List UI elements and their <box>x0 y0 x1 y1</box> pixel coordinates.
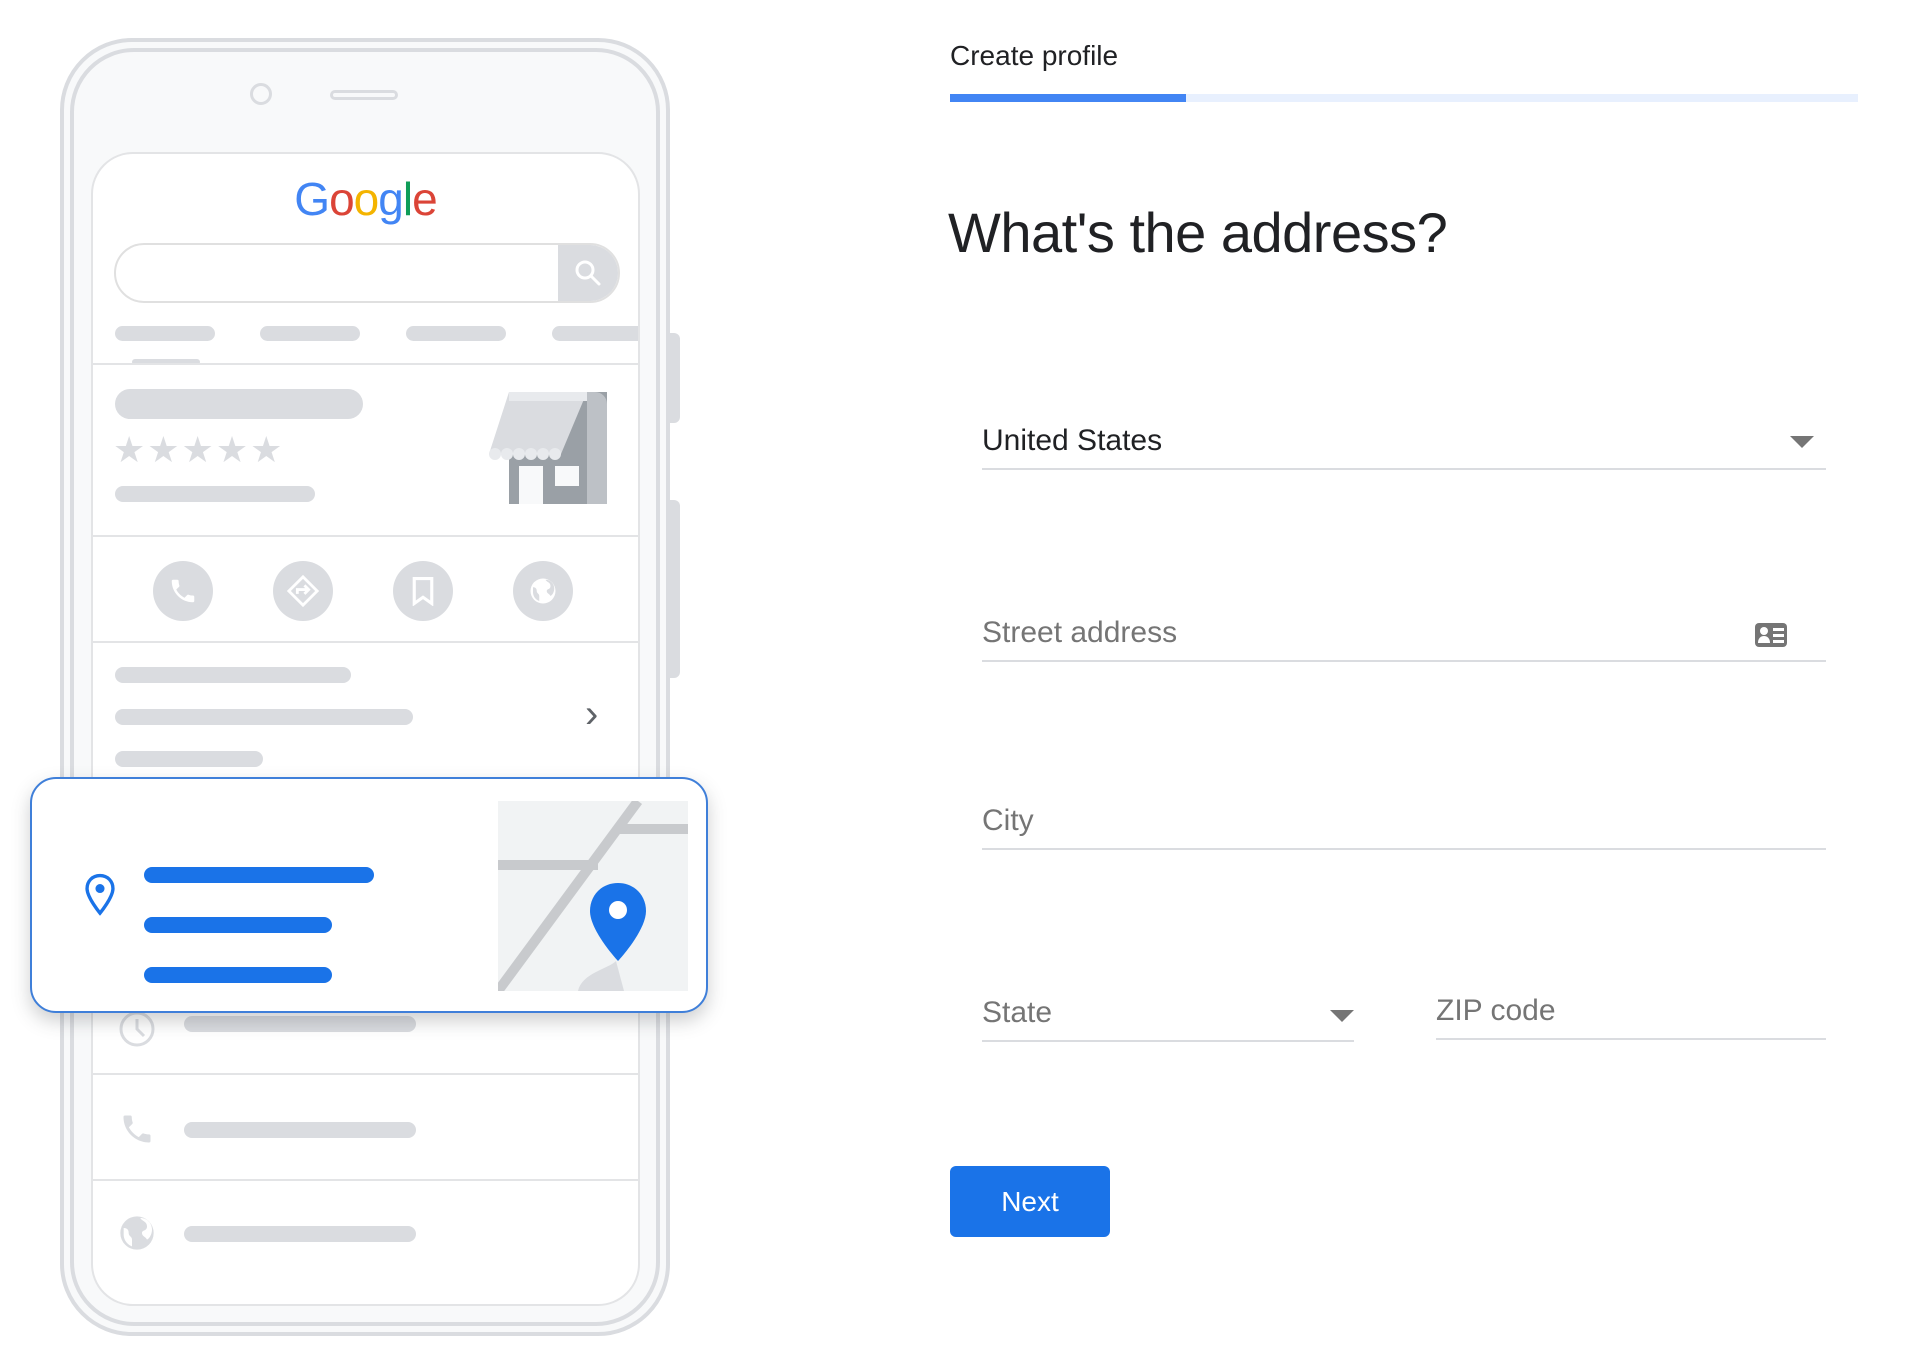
google-logo: Google <box>93 172 638 226</box>
call-action-icon <box>153 561 213 621</box>
country-select[interactable]: United States <box>982 412 1826 470</box>
state-select[interactable]: State <box>982 986 1354 1042</box>
step-title: Create profile <box>950 40 1119 71</box>
city-field[interactable] <box>982 798 1826 850</box>
directions-action-icon <box>273 561 333 621</box>
mock-text-line <box>184 1226 416 1242</box>
mock-tab <box>552 326 638 341</box>
street-address-input[interactable] <box>982 610 1826 656</box>
save-action-icon <box>393 561 453 621</box>
logo-letter: g <box>378 173 404 225</box>
map-illustration <box>498 801 688 991</box>
phone-icon <box>171 579 195 603</box>
address-line <box>144 867 374 883</box>
divider <box>93 1179 638 1181</box>
divider <box>93 641 638 643</box>
street-address-field[interactable] <box>982 610 1826 662</box>
mock-search-bar <box>114 243 620 303</box>
website-action-icon <box>513 561 573 621</box>
mock-business-detail <box>115 486 315 502</box>
divider <box>93 363 638 365</box>
globe-icon <box>120 1216 154 1250</box>
search-icon <box>575 260 601 286</box>
bookmark-icon <box>412 576 434 606</box>
mock-search-button <box>558 245 618 301</box>
phone-speaker-icon <box>330 90 398 100</box>
next-button[interactable]: Next <box>950 1166 1110 1237</box>
globe-icon <box>530 578 556 604</box>
mock-text-line <box>184 1016 416 1032</box>
dropdown-arrow-icon <box>1330 1010 1354 1022</box>
mock-text-line <box>115 751 263 767</box>
mock-text-line <box>115 709 413 725</box>
contact-card-icon[interactable] <box>1754 622 1788 648</box>
mock-tab <box>260 326 360 341</box>
map-thumbnail <box>498 801 688 991</box>
location-pin-icon <box>85 873 115 916</box>
divider <box>93 1073 638 1075</box>
rating-stars-icon: ★★★★★ <box>113 429 285 470</box>
divider <box>93 535 638 537</box>
progress-bar <box>950 94 1858 102</box>
zip-code-field[interactable] <box>1436 988 1826 1040</box>
mock-tab <box>406 326 506 341</box>
mock-text-line <box>115 667 351 683</box>
mock-tab <box>115 326 215 341</box>
country-select-value: United States <box>982 424 1163 457</box>
storefront-icon <box>489 392 607 504</box>
dropdown-arrow-icon <box>1790 436 1814 448</box>
zip-code-input[interactable] <box>1436 988 1826 1034</box>
logo-letter: o <box>353 173 380 225</box>
city-input[interactable] <box>982 798 1826 844</box>
progress-bar-fill <box>950 94 1187 102</box>
phone-side-button <box>670 500 680 678</box>
phone-icon <box>123 1115 151 1143</box>
phone-screen: Google ★★★★★ › <box>91 152 640 1306</box>
state-select-placeholder: State <box>982 996 1053 1029</box>
directions-icon <box>286 574 320 608</box>
logo-letter: e <box>412 173 438 225</box>
mock-text-line <box>184 1122 416 1138</box>
phone-side-button <box>670 333 680 423</box>
logo-letter: G <box>294 173 330 225</box>
mock-business-name <box>115 389 363 419</box>
clock-icon <box>119 1011 155 1047</box>
logo-letter: o <box>329 173 355 225</box>
map-pin-icon <box>590 883 646 961</box>
address-line <box>144 917 332 933</box>
chevron-right-icon: › <box>585 692 599 736</box>
page-title: What's the address? <box>948 201 1448 264</box>
address-highlight-card <box>30 777 708 1013</box>
address-line <box>144 967 332 983</box>
logo-letter: l <box>402 173 413 225</box>
phone-camera-icon <box>250 83 272 105</box>
